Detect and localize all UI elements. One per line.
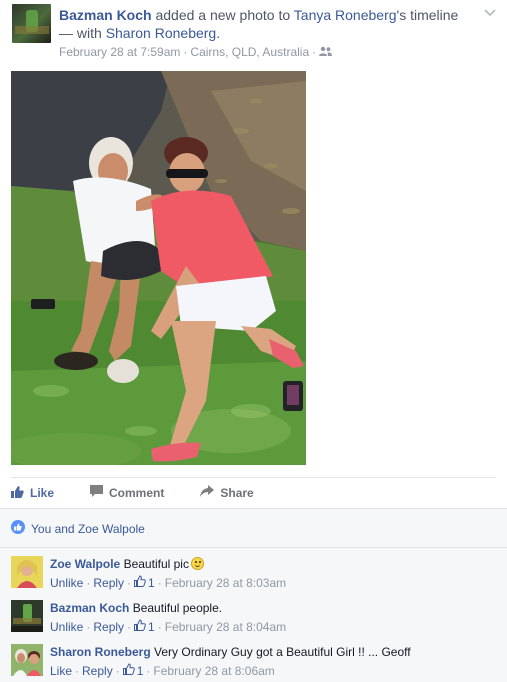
post-headline: Bazman Koch added a new photo to Tanya R… xyxy=(59,6,479,24)
like-button[interactable]: Like xyxy=(11,485,54,501)
likes-summary-text[interactable]: You and Zoe Walpole xyxy=(31,522,145,536)
tagged-person-link[interactable]: Sharon Roneberg xyxy=(106,25,217,41)
friends-icon[interactable] xyxy=(319,45,333,59)
post-timestamp[interactable]: February 28 at 7:59am xyxy=(59,45,180,59)
post-tagged-line: — with Sharon Roneberg. xyxy=(59,24,220,42)
comment-actions: Like · Reply · 1 · February 28 at 8:06am xyxy=(50,663,275,679)
comment-time[interactable]: February 28 at 8:03am xyxy=(165,575,286,591)
feedback-section: You and Zoe Walpole Zoe Walpole Beautifu… xyxy=(0,508,507,682)
comment-unlike-link[interactable]: Unlike xyxy=(50,619,83,635)
comment-like-count[interactable]: 1 xyxy=(134,575,155,591)
comment-line: Zoe Walpole Beautiful pic xyxy=(50,556,286,572)
post-action-text: added a new photo to xyxy=(151,7,294,23)
commenter-avatar[interactable] xyxy=(11,600,43,632)
comment-body: Zoe Walpole Beautiful pic Unlike · Reply… xyxy=(50,556,286,591)
comment-reply-link[interactable]: Reply xyxy=(93,619,124,635)
with-suffix: . xyxy=(216,25,221,41)
share-button[interactable]: Share xyxy=(200,485,254,500)
timeline-suffix: 's timeline xyxy=(396,7,459,23)
comment-item: Sharon Roneberg Very Ordinary Guy got a … xyxy=(11,644,496,682)
comment-author-link[interactable]: Sharon Roneberg xyxy=(50,645,151,659)
likes-summary[interactable]: You and Zoe Walpole xyxy=(11,520,145,537)
comment-like-link[interactable]: Like xyxy=(50,663,72,679)
divider xyxy=(0,547,507,548)
comment-item: Zoe Walpole Beautiful pic Unlike · Reply… xyxy=(11,556,496,596)
comment-actions: Unlike · Reply · 1 · February 28 at 8:04… xyxy=(50,619,287,635)
comment-line: Sharon Roneberg Very Ordinary Guy got a … xyxy=(50,644,411,660)
meta-separator: · xyxy=(183,45,188,59)
comment-text: Beautiful pic xyxy=(123,557,189,571)
like-label: Like xyxy=(30,485,55,500)
post-meta: February 28 at 7:59am · Cairns, QLD, Aus… xyxy=(59,45,333,59)
commenter-avatar[interactable] xyxy=(11,556,43,588)
comment-reply-link[interactable]: Reply xyxy=(82,663,113,679)
smiley-emoji-icon xyxy=(190,557,204,570)
comment-like-count[interactable]: 1 xyxy=(122,663,143,679)
comment-author-link[interactable]: Zoe Walpole xyxy=(50,557,120,571)
comment-like-count[interactable]: 1 xyxy=(134,619,155,635)
comment-actions: Unlike · Reply · 1 · February 28 at 8:03… xyxy=(50,575,287,591)
comment-unlike-link[interactable]: Unlike xyxy=(50,575,83,591)
comment-body: Bazman Koch Beautiful people. Unlike · R… xyxy=(50,600,286,635)
thumbs-up-icon xyxy=(11,485,24,501)
comment-author-link[interactable]: Bazman Koch xyxy=(50,601,129,615)
comment-icon xyxy=(90,485,104,500)
comment-text: Very Ordinary Guy got a Beautiful Girl !… xyxy=(154,645,411,659)
comment-time[interactable]: February 28 at 8:06am xyxy=(153,663,274,679)
timeline-owner-link[interactable]: Tanya Roneberg xyxy=(294,7,397,23)
comment-item: Bazman Koch Beautiful people. Unlike · R… xyxy=(11,600,496,640)
commenter-avatar[interactable] xyxy=(11,644,43,676)
comment-text: Beautiful people. xyxy=(132,601,223,615)
comment-label: Comment xyxy=(109,485,165,500)
chevron-down-icon[interactable] xyxy=(483,6,497,20)
comment-time[interactable]: February 28 at 8:04am xyxy=(165,619,286,635)
post-location[interactable]: Cairns, QLD, Australia xyxy=(190,45,309,59)
comment-body: Sharon Roneberg Very Ordinary Guy got a … xyxy=(50,644,411,679)
thumbs-up-outline-icon xyxy=(134,575,146,591)
thumbs-up-outline-icon xyxy=(122,663,135,679)
like-badge-icon xyxy=(11,520,25,537)
share-label: Share xyxy=(220,485,254,500)
meta-separator: · xyxy=(312,45,317,59)
comment-line: Bazman Koch Beautiful people. xyxy=(50,600,286,616)
author-name-link[interactable]: Bazman Koch xyxy=(59,7,152,23)
thumbs-up-outline-icon xyxy=(134,619,146,635)
share-icon xyxy=(200,485,215,500)
post-header: Bazman Koch added a new photo to Tanya R… xyxy=(0,0,507,68)
with-prefix: — with xyxy=(59,25,106,41)
comment-reply-link[interactable]: Reply xyxy=(93,575,124,591)
post-action-bar: Like Comment Share xyxy=(11,477,496,507)
post-photo[interactable] xyxy=(11,71,306,465)
comment-button[interactable]: Comment xyxy=(90,485,164,500)
author-avatar[interactable] xyxy=(12,4,51,43)
